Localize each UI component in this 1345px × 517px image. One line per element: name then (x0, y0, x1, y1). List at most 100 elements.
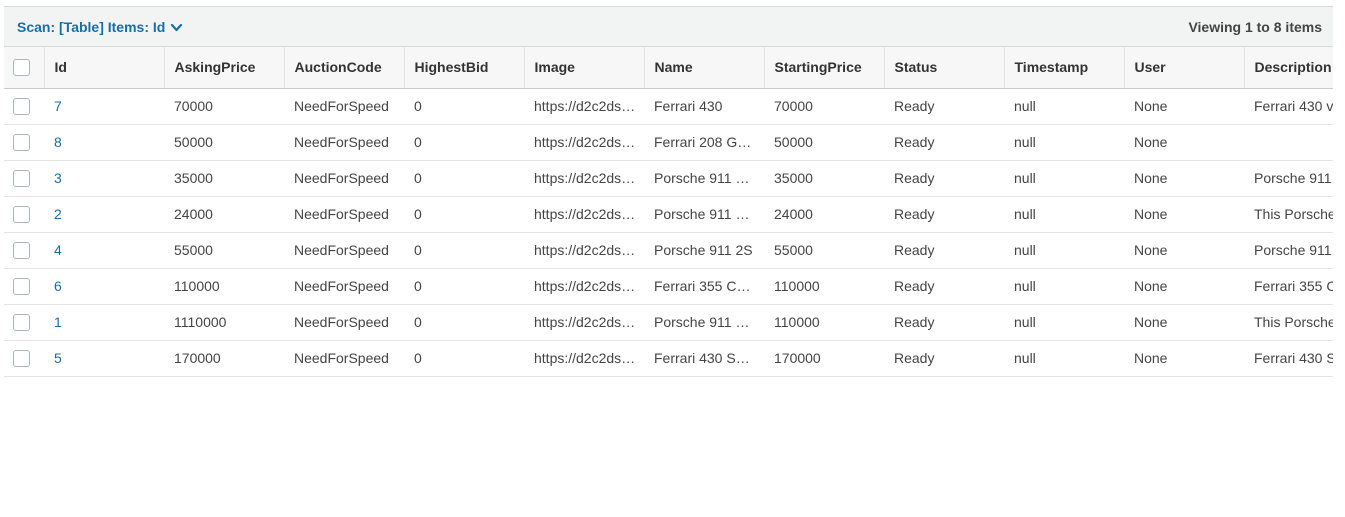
cell-auctioncode: NeedForSpeed (284, 340, 404, 377)
cell-description: This Porsche (1244, 304, 1333, 341)
cell-user: None (1124, 124, 1244, 161)
cell-status: Ready (884, 304, 1004, 341)
cell-name: Ferrari 208 G… (644, 124, 764, 161)
cell-description: This Porsche (1244, 196, 1333, 233)
row-checkbox[interactable] (13, 169, 30, 187)
cell-auctioncode: NeedForSpeed (284, 124, 404, 161)
item-id-link[interactable]: 5 (54, 350, 62, 366)
table-row: 7 70000 NeedForSpeed 0 https://d2c2ds… F… (4, 88, 1333, 125)
cell-user: None (1124, 160, 1244, 197)
cell-status: Ready (884, 232, 1004, 269)
table-row: 3 35000 NeedForSpeed 0 https://d2c2ds… P… (4, 160, 1333, 197)
scan-query-label: Scan: [Table] Items: Id (17, 19, 166, 35)
column-header-auctioncode[interactable]: AuctionCode (284, 47, 405, 89)
cell-startingprice: 55000 (764, 232, 884, 269)
cell-askingprice: 1110000 (164, 304, 284, 341)
cell-image: https://d2c2ds… (524, 160, 644, 197)
row-checkbox[interactable] (13, 241, 30, 259)
item-id-link[interactable]: 6 (54, 278, 62, 294)
cell-image: https://d2c2ds… (524, 340, 644, 377)
column-header-askingprice[interactable]: AskingPrice (164, 47, 285, 89)
item-id-link[interactable]: 7 (54, 98, 62, 114)
row-checkbox[interactable] (13, 97, 30, 115)
cell-startingprice: 110000 (764, 268, 884, 305)
cell-timestamp: null (1004, 232, 1124, 269)
cell-description: Porsche 911 (1244, 160, 1333, 197)
table-row: 4 55000 NeedForSpeed 0 https://d2c2ds… P… (4, 232, 1333, 269)
cell-auctioncode: NeedForSpeed (284, 160, 404, 197)
cell-askingprice: 170000 (164, 340, 284, 377)
cell-name: Porsche 911 … (644, 196, 764, 233)
cell-askingprice: 35000 (164, 160, 284, 197)
table-row: 6 110000 NeedForSpeed 0 https://d2c2ds… … (4, 268, 1333, 305)
items-table: Id AskingPrice AuctionCode HighestBid Im… (4, 47, 1333, 377)
row-select-cell (4, 88, 44, 125)
cell-name: Ferrari 430 (644, 88, 764, 125)
row-select-cell (4, 196, 44, 233)
row-select-cell (4, 124, 44, 161)
table-row: 5 170000 NeedForSpeed 0 https://d2c2ds… … (4, 340, 1333, 377)
cell-image: https://d2c2ds… (524, 268, 644, 305)
table-row: 2 24000 NeedForSpeed 0 https://d2c2ds… P… (4, 196, 1333, 233)
table-row: 1 1110000 NeedForSpeed 0 https://d2c2ds…… (4, 304, 1333, 341)
cell-user: None (1124, 88, 1244, 125)
cell-name: Porsche 911 … (644, 304, 764, 341)
cell-startingprice: 70000 (764, 88, 884, 125)
cell-timestamp: null (1004, 268, 1124, 305)
column-header-name[interactable]: Name (644, 47, 765, 89)
cell-status: Ready (884, 124, 1004, 161)
scan-query-dropdown[interactable]: Scan: [Table] Items: Id (17, 19, 183, 35)
column-header-highestbid[interactable]: HighestBid (404, 47, 525, 89)
row-select-cell (4, 340, 44, 377)
cell-name: Porsche 911 … (644, 160, 764, 197)
table-row: 8 50000 NeedForSpeed 0 https://d2c2ds… F… (4, 124, 1333, 161)
cell-description: Porsche 911 (1244, 232, 1333, 269)
cell-status: Ready (884, 340, 1004, 377)
cell-highestbid: 0 (404, 340, 524, 377)
cell-user: None (1124, 268, 1244, 305)
cell-startingprice: 50000 (764, 124, 884, 161)
cell-startingprice: 110000 (764, 304, 884, 341)
row-checkbox[interactable] (13, 133, 30, 151)
row-checkbox[interactable] (13, 277, 30, 295)
item-id-link[interactable]: 3 (54, 170, 62, 186)
row-checkbox[interactable] (13, 205, 30, 223)
cell-timestamp: null (1004, 304, 1124, 341)
cell-status: Ready (884, 88, 1004, 125)
cell-status: Ready (884, 196, 1004, 233)
column-header-startingprice[interactable]: StartingPrice (764, 47, 885, 89)
cell-name: Ferrari 430 S… (644, 340, 764, 377)
column-header-user[interactable]: User (1124, 47, 1245, 89)
table-header-row: Id AskingPrice AuctionCode HighestBid Im… (4, 47, 1333, 89)
column-header-status[interactable]: Status (884, 47, 1005, 89)
items-panel: Scan: [Table] Items: Id Viewing 1 to 8 i… (4, 6, 1333, 377)
cell-timestamp: null (1004, 340, 1124, 377)
column-header-image[interactable]: Image (524, 47, 645, 89)
row-checkbox[interactable] (13, 313, 30, 331)
cell-image: https://d2c2ds… (524, 124, 644, 161)
cell-image: https://d2c2ds… (524, 88, 644, 125)
cell-description: Ferrari 430 v (1244, 88, 1333, 125)
cell-user: None (1124, 196, 1244, 233)
column-header-id[interactable]: Id (44, 47, 165, 89)
item-id-link[interactable]: 2 (54, 206, 62, 222)
item-id-link[interactable]: 4 (54, 242, 62, 258)
chevron-down-icon (171, 23, 183, 31)
item-id-link[interactable]: 1 (54, 314, 62, 330)
cell-highestbid: 0 (404, 268, 524, 305)
item-id-link[interactable]: 8 (54, 134, 62, 150)
cell-askingprice: 70000 (164, 88, 284, 125)
select-all-checkbox[interactable] (13, 58, 30, 76)
cell-startingprice: 35000 (764, 160, 884, 197)
cell-status: Ready (884, 160, 1004, 197)
cell-timestamp: null (1004, 160, 1124, 197)
row-select-cell (4, 268, 44, 305)
column-header-timestamp[interactable]: Timestamp (1004, 47, 1125, 89)
column-header-description[interactable]: Description (1244, 47, 1333, 89)
cell-highestbid: 0 (404, 124, 524, 161)
cell-auctioncode: NeedForSpeed (284, 196, 404, 233)
row-select-cell (4, 232, 44, 269)
cell-highestbid: 0 (404, 232, 524, 269)
cell-timestamp: null (1004, 196, 1124, 233)
row-checkbox[interactable] (13, 349, 30, 367)
